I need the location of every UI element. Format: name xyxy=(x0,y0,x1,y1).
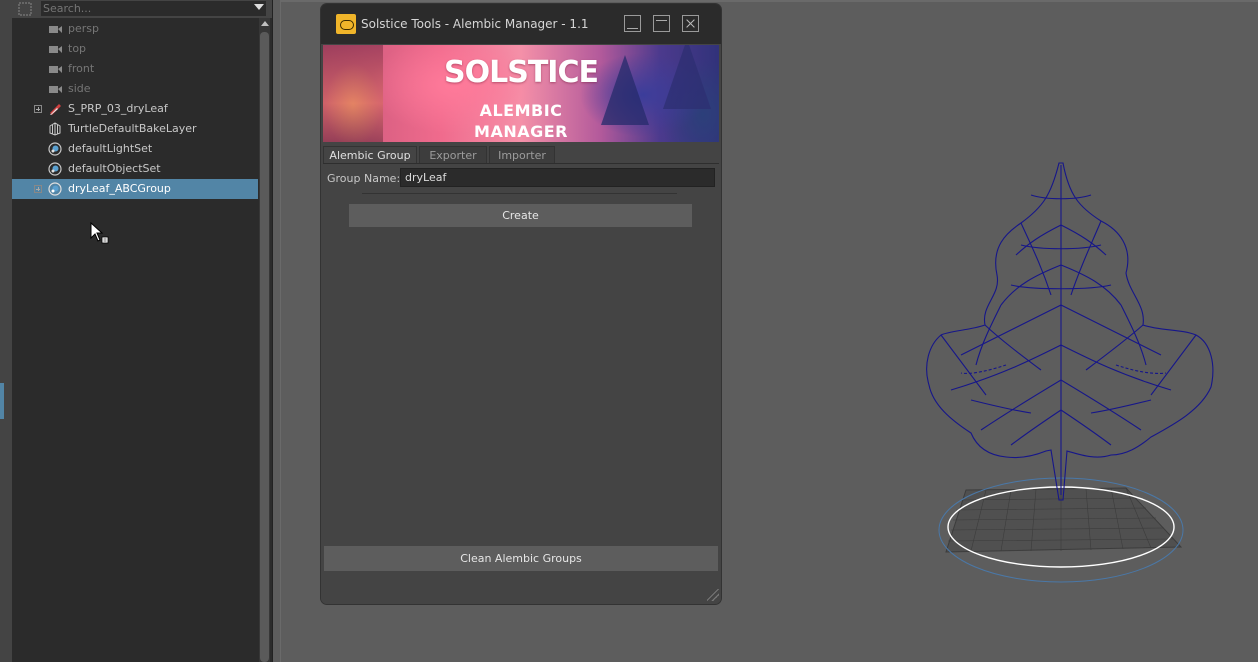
banner-title-line1: ALEMBIC xyxy=(479,101,563,120)
banner-title-line2: MANAGER xyxy=(474,122,568,141)
list-item[interactable]: defaultLightSet xyxy=(12,139,258,159)
banner-logo: SOLSTICE xyxy=(444,55,599,90)
item-label: top xyxy=(68,42,87,55)
item-label: TurtleDefaultBakeLayer xyxy=(68,122,197,135)
item-label: defaultLightSet xyxy=(68,142,153,155)
list-item[interactable]: persp xyxy=(12,19,258,39)
list-item[interactable]: front xyxy=(12,59,258,79)
list-item[interactable]: side xyxy=(12,79,258,99)
clean-alembic-groups-button[interactable]: Clean Alembic Groups xyxy=(324,546,718,571)
dry-leaf-wireframe[interactable] xyxy=(911,155,1241,595)
left-edge-strip xyxy=(0,0,12,662)
set-icon xyxy=(48,182,62,196)
divider xyxy=(362,193,677,194)
outliner-tree: persp top front side S_PRP_03_dryLeaf Tu… xyxy=(12,19,258,199)
tab-alembic-group[interactable]: Alembic Group xyxy=(323,146,417,163)
camera-icon xyxy=(49,26,62,33)
camera-icon xyxy=(49,46,62,53)
item-label: front xyxy=(68,62,95,75)
group-name-label: Group Name: xyxy=(327,172,401,185)
search-input[interactable] xyxy=(41,1,266,16)
item-label: defaultObjectSet xyxy=(68,162,161,175)
dialog-tabs: Alembic Group Exporter Importer xyxy=(323,146,719,164)
list-item[interactable]: TurtleDefaultBakeLayer xyxy=(12,119,258,139)
solstice-banner: SOLSTICE ALEMBIC MANAGER xyxy=(323,45,719,142)
viewport-border xyxy=(281,0,1258,2)
item-label: persp xyxy=(68,22,99,35)
scroll-up-icon[interactable] xyxy=(261,21,269,26)
camera-icon xyxy=(49,86,62,93)
outliner-scrollbar[interactable] xyxy=(259,18,270,662)
tab-importer[interactable]: Importer xyxy=(489,146,555,163)
dialog-title: Solstice Tools - Alembic Manager - 1.1 xyxy=(361,17,589,31)
list-item[interactable]: defaultObjectSet xyxy=(12,159,258,179)
outliner-search-bar xyxy=(12,0,272,18)
expand-icon[interactable] xyxy=(34,185,42,193)
chevron-down-icon[interactable] xyxy=(254,4,264,10)
close-button[interactable] xyxy=(682,15,699,32)
group-name-field[interactable] xyxy=(400,168,715,187)
set-icon xyxy=(48,162,62,176)
dialog-titlebar[interactable]: Solstice Tools - Alembic Manager - 1.1 xyxy=(321,4,721,44)
mouse-cursor-icon xyxy=(90,222,109,244)
list-item[interactable]: S_PRP_03_dryLeaf xyxy=(12,99,258,119)
alembic-manager-dialog: Solstice Tools - Alembic Manager - 1.1 S… xyxy=(321,4,721,604)
transform-icon xyxy=(50,104,61,115)
expand-icon[interactable] xyxy=(34,105,42,113)
resize-grip-icon[interactable] xyxy=(707,589,719,601)
item-label: S_PRP_03_dryLeaf xyxy=(68,102,168,115)
tab-exporter[interactable]: Exporter xyxy=(419,146,487,163)
minimize-button[interactable] xyxy=(624,15,641,32)
create-button[interactable]: Create xyxy=(349,204,692,227)
item-label: dryLeaf_ABCGroup xyxy=(68,182,171,195)
leaf-mesh xyxy=(926,162,1214,501)
item-label: side xyxy=(68,82,91,95)
side-marker xyxy=(0,383,4,419)
dialog-bottom-area xyxy=(321,574,721,604)
scrollbar-thumb[interactable] xyxy=(260,32,269,662)
solstice-logo-icon xyxy=(336,14,356,34)
list-item-selected[interactable]: dryLeaf_ABCGroup xyxy=(12,179,258,199)
filter-icon[interactable] xyxy=(18,2,32,16)
maximize-button[interactable] xyxy=(653,15,670,32)
set-icon xyxy=(48,142,62,156)
bake-layer-icon xyxy=(49,122,61,136)
outliner-panel: persp top front side S_PRP_03_dryLeaf Tu… xyxy=(12,0,273,662)
camera-icon xyxy=(49,66,62,73)
list-item[interactable]: top xyxy=(12,39,258,59)
